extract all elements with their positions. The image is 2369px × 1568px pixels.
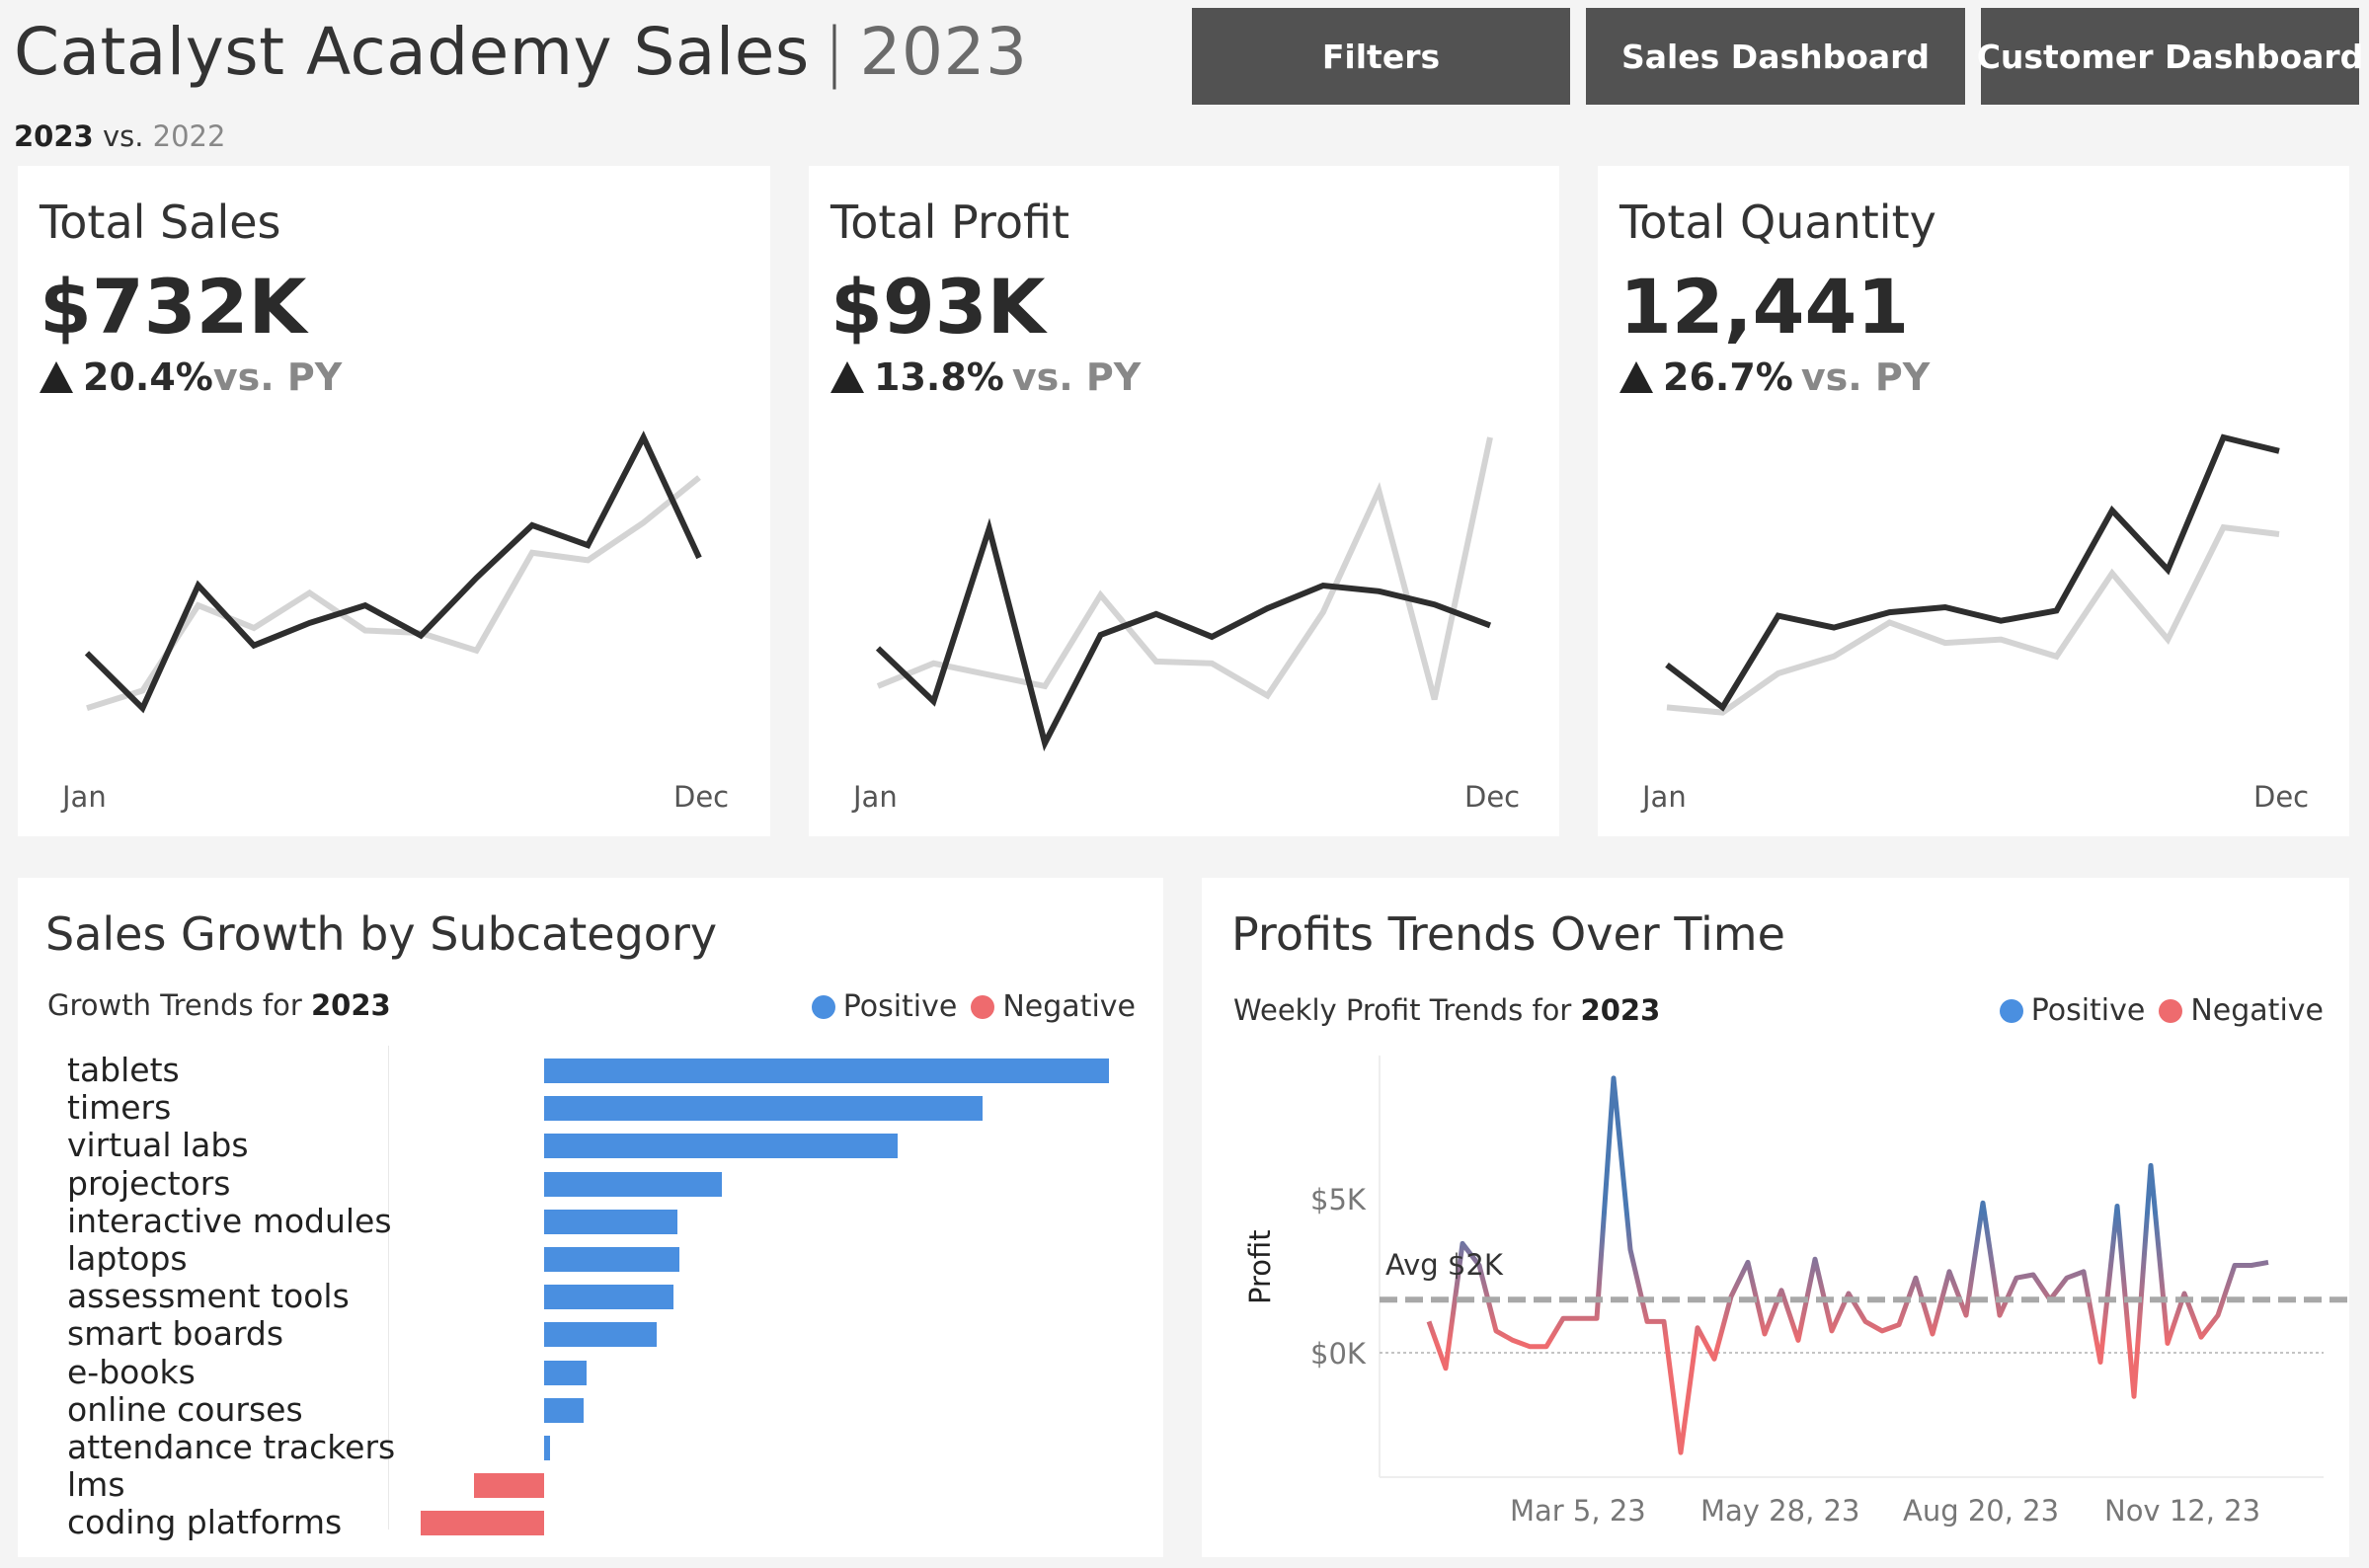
- x-axis-end-label: Dec: [673, 780, 730, 814]
- x-tick-label: Mar 5, 23: [1510, 1494, 1646, 1528]
- subcategory-label: tablets: [67, 1051, 180, 1089]
- x-tick-label: Aug 20, 23: [1903, 1494, 2060, 1528]
- profit-line-chart: [1379, 1056, 2349, 1478]
- growth-bar[interactable]: [544, 1058, 1109, 1083]
- subcategory-label: coding platforms: [67, 1503, 343, 1542]
- kpi-card-total-profit: Total Profit $93K 13.8% vs. PY Jan Dec: [809, 166, 1559, 836]
- growth-bar[interactable]: [474, 1473, 544, 1499]
- compare-current-year: 2023: [14, 119, 94, 153]
- x-axis-end-label: Dec: [2253, 780, 2310, 814]
- subcategory-label: projectors: [67, 1163, 231, 1203]
- growth-bar[interactable]: [544, 1171, 722, 1197]
- customer-dashboard-button[interactable]: Customer Dashboard: [1977, 8, 2363, 105]
- profit-trends-panel: Profits Trends Over Time Weekly Profit T…: [1202, 878, 2349, 1557]
- dashboard-title-text: Catalyst Academy Sales: [14, 14, 810, 90]
- prior-year-line: [876, 436, 1493, 701]
- filters-button[interactable]: Filters: [1192, 8, 1570, 105]
- kpi-sparkline: [1665, 433, 2280, 716]
- title-separator: |: [823, 14, 846, 90]
- subcategory-label: interactive modules: [67, 1201, 392, 1240]
- comparison-subtitle: 2023 vs. 2022: [14, 119, 225, 153]
- x-tick-label: Nov 12, 23: [2104, 1494, 2261, 1528]
- subcategory-label: timers: [67, 1088, 172, 1128]
- x-axis-start-label: Jan: [62, 780, 107, 814]
- subcategory-label: smart boards: [67, 1314, 284, 1354]
- growth-bar[interactable]: [421, 1511, 544, 1536]
- growth-bar[interactable]: [544, 1360, 588, 1385]
- current-year-line: [84, 431, 702, 714]
- prior-year-line: [1666, 523, 2280, 716]
- growth-bar[interactable]: [544, 1436, 551, 1460]
- growth-bar[interactable]: [544, 1247, 679, 1272]
- growth-bar[interactable]: [544, 1209, 678, 1234]
- kpi-card-total-quantity: Total Quantity 12,441 26.7% vs. PY Jan D…: [1598, 166, 2349, 836]
- sales-dashboard-button[interactable]: Sales Dashboard: [1586, 8, 1965, 105]
- compare-prior-year: 2022: [152, 119, 226, 153]
- dashboard-year: 2023: [859, 14, 1028, 90]
- dashboard-title: Catalyst Academy Sales | 2023: [14, 14, 1027, 90]
- subcategory-label: virtual labs: [67, 1126, 249, 1165]
- profit-series-line[interactable]: [1426, 1075, 2269, 1455]
- kpi-sparkline: [875, 436, 1493, 751]
- x-axis-end-label: Dec: [1464, 780, 1521, 814]
- subcategory-label: assessment tools: [67, 1277, 350, 1316]
- x-axis-start-label: Jan: [1642, 780, 1687, 814]
- x-axis-start-label: Jan: [853, 780, 898, 814]
- x-tick-label: May 28, 23: [1700, 1494, 1860, 1528]
- subcategory-label: e-books: [67, 1352, 196, 1391]
- growth-bar[interactable]: [544, 1322, 657, 1348]
- subcategory-label: laptops: [67, 1239, 188, 1278]
- growth-bar[interactable]: [544, 1397, 584, 1423]
- kpi-sparkline: [84, 431, 702, 714]
- growth-bar[interactable]: [544, 1096, 984, 1122]
- current-year-line: [1665, 433, 2280, 712]
- growth-bar-chart: tablets timers virtual labs projectors inter…: [18, 878, 1163, 1557]
- kpi-card-total-sales: Total Sales $732K 20.4% vs. PY Jan Dec: [18, 166, 770, 836]
- growth-bar[interactable]: [544, 1134, 899, 1159]
- subcategory-label: lms: [67, 1465, 125, 1505]
- growth-bar[interactable]: [544, 1285, 673, 1310]
- subcategory-label: attendance trackers: [67, 1428, 396, 1466]
- subcategory-label: online courses: [67, 1389, 303, 1429]
- compare-vs: vs.: [102, 119, 144, 153]
- average-label: Avg $2K: [1385, 1248, 1503, 1282]
- sales-growth-panel: Sales Growth by Subcategory Growth Trend…: [18, 878, 1163, 1557]
